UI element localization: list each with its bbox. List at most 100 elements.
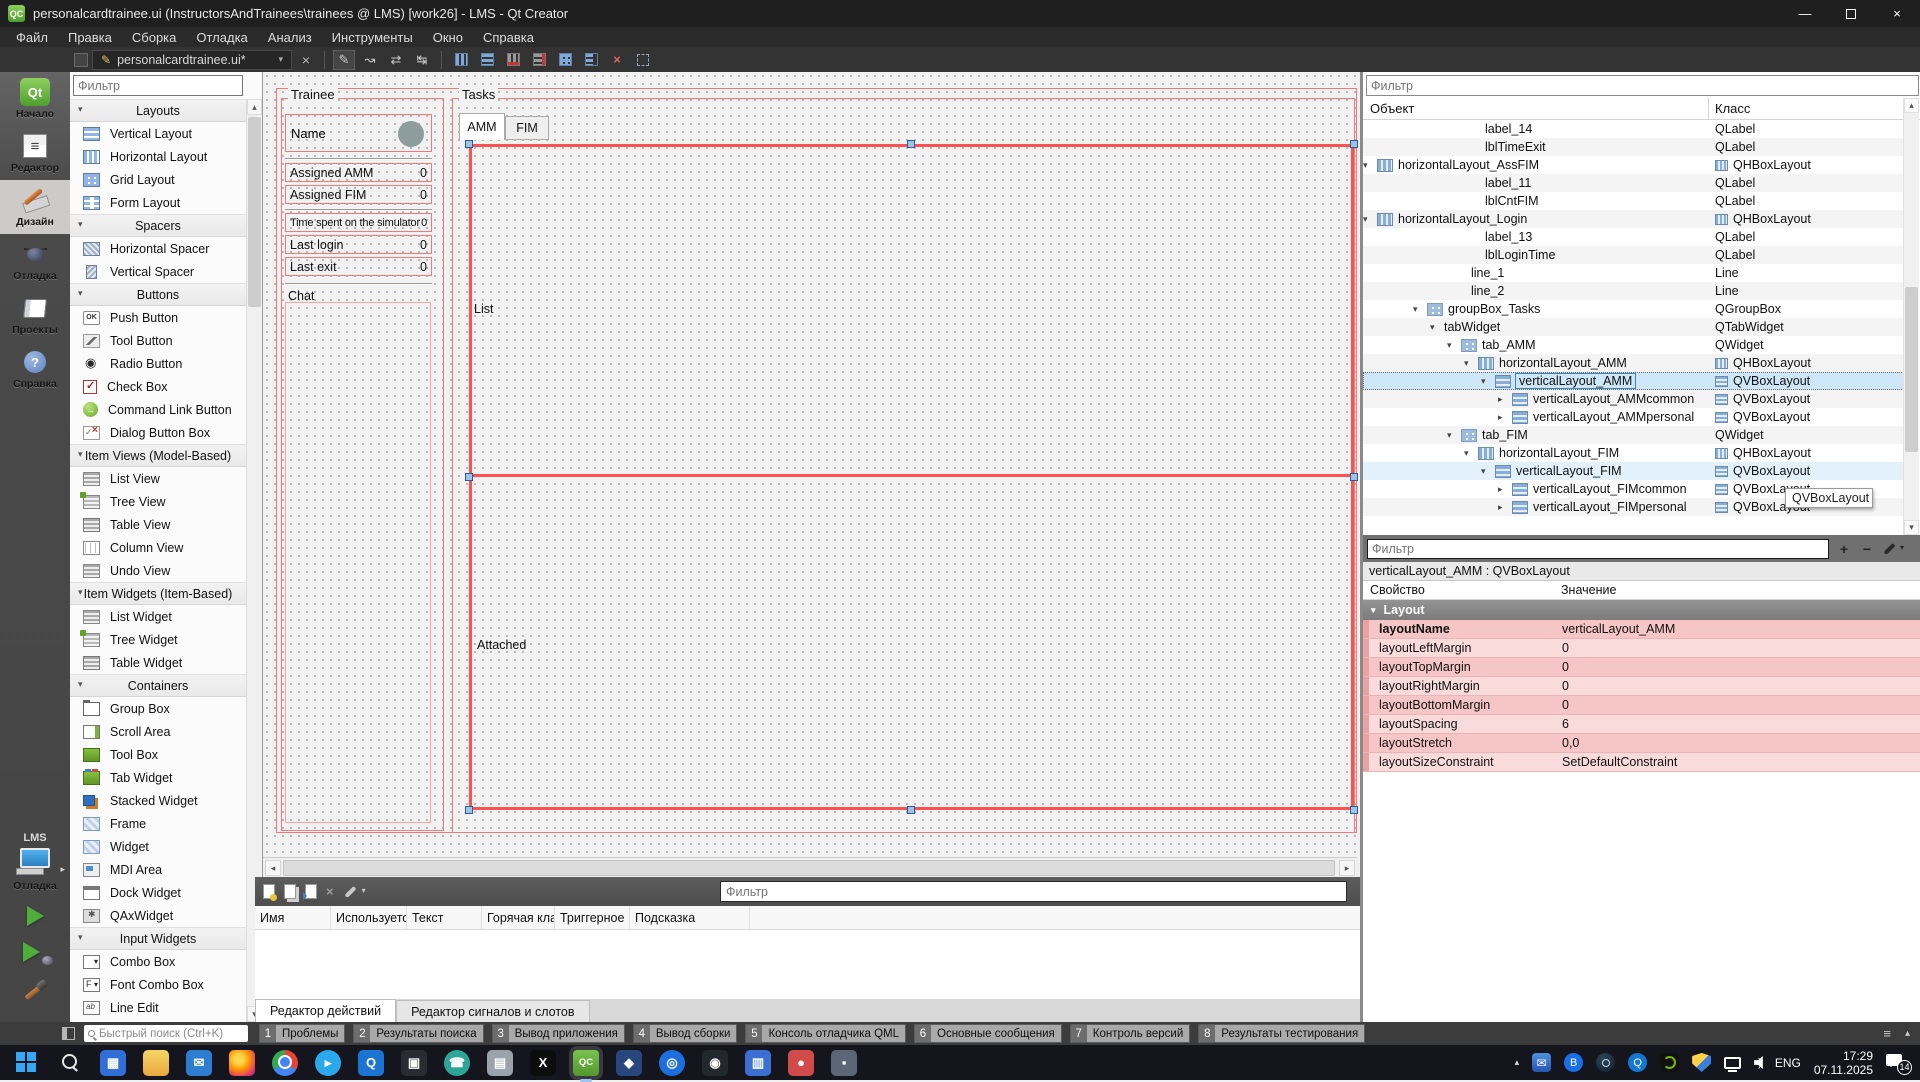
action-table-body[interactable]: [255, 930, 1360, 999]
taskbar-app-icon[interactable]: Q: [358, 1050, 384, 1076]
scroll-down-icon[interactable]: ▾: [1904, 520, 1919, 535]
close-button[interactable]: ×: [1874, 0, 1920, 27]
column-header[interactable]: Горячая клавиш: [482, 906, 555, 929]
widget-list-item[interactable]: Containers: [70, 674, 246, 697]
widget-list-item[interactable]: Tool Button: [70, 329, 246, 352]
column-header[interactable]: Триггерное: [555, 906, 630, 929]
object-tree-row[interactable]: verticalLayout_AMMpersonal QVBoxLayout: [1363, 408, 1906, 426]
object-filter-input[interactable]: [1366, 75, 1919, 96]
expand-panel-icon[interactable]: ▴: [1905, 1028, 1910, 1039]
column-header[interactable]: Используется: [331, 906, 407, 929]
object-tree-row[interactable]: lblCntFIM QLabel: [1363, 192, 1906, 210]
object-tree-row[interactable]: verticalLayout_FIM QVBoxLayout: [1363, 462, 1906, 480]
language-indicator[interactable]: ENG: [1775, 1056, 1801, 1070]
nvidia-icon[interactable]: [1660, 1053, 1679, 1072]
hidden-icons-chevron-icon[interactable]: ▴: [1515, 1057, 1520, 1068]
mode-button[interactable]: Проекты: [0, 288, 70, 342]
tree-chevron-icon[interactable]: [1447, 430, 1461, 441]
adjust-size-icon[interactable]: [632, 50, 654, 70]
column-header[interactable]: Имя: [255, 906, 331, 929]
object-tree-row[interactable]: label_13 QLabel: [1363, 228, 1906, 246]
taskbar-app-icon[interactable]: [14, 1050, 40, 1076]
tree-chevron-icon[interactable]: [1447, 340, 1461, 351]
taskbar-app-icon[interactable]: [229, 1050, 255, 1076]
tree-chevron-icon[interactable]: [1481, 376, 1495, 387]
widget-list-item[interactable]: Radio Button: [70, 352, 246, 375]
stat-row[interactable]: Last login0: [285, 235, 432, 254]
property-row[interactable]: layoutStretch 0,0: [1363, 734, 1920, 753]
output-pane-button[interactable]: 1 Проблемы: [259, 1024, 345, 1043]
output-pane-button[interactable]: 5 Консоль отладчика QML: [745, 1024, 906, 1043]
widget-list-item[interactable]: Horizontal Layout: [70, 145, 246, 168]
document-selector[interactable]: ✎ personalcardtrainee.ui* ▾: [92, 50, 292, 70]
widget-list-item[interactable]: Widget: [70, 835, 246, 858]
taskbar-app-icon[interactable]: ☎: [444, 1050, 470, 1076]
taskbar-app-icon[interactable]: X: [530, 1050, 556, 1076]
column-header[interactable]: Текст: [407, 906, 482, 929]
selection-handle[interactable]: [465, 473, 473, 481]
mode-button[interactable]: Начало: [0, 72, 70, 126]
layout-form-icon[interactable]: [580, 50, 602, 70]
split-vertical-icon[interactable]: [528, 50, 550, 70]
object-tree-row[interactable]: horizontalLayout_Login QHBoxLayout: [1363, 210, 1906, 228]
close-document-button[interactable]: ×: [296, 52, 316, 68]
add-property-icon[interactable]: +: [1836, 541, 1852, 557]
widget-list-item[interactable]: Check Box: [70, 375, 246, 398]
taskbar-app-icon[interactable]: ▪: [831, 1050, 857, 1076]
selection-handle[interactable]: [907, 140, 915, 148]
widget-list-item[interactable]: Dialog Button Box: [70, 421, 246, 444]
widget-list-item[interactable]: Buttons: [70, 283, 246, 306]
object-tree-row[interactable]: label_14 QLabel: [1363, 120, 1906, 138]
property-value[interactable]: 0: [1556, 641, 1569, 655]
output-pane-button[interactable]: 8 Результаты тестирования: [1198, 1024, 1365, 1043]
menu-item[interactable]: Правка: [58, 27, 122, 47]
taskbar-app-icon[interactable]: ▤: [487, 1050, 513, 1076]
configure-actions-icon[interactable]: [343, 884, 359, 900]
stat-row[interactable]: Time spent on the simulator0: [285, 213, 432, 232]
stat-row[interactable]: Assigned AMM0: [285, 163, 432, 182]
scrollbar-thumb[interactable]: [1905, 287, 1918, 452]
widget-list-item[interactable]: Font Combo Box: [70, 973, 246, 996]
widget-list-item[interactable]: Item Widgets (Item-Based): [70, 582, 246, 605]
widget-list-item[interactable]: Group Box: [70, 697, 246, 720]
widget-list-item[interactable]: Layouts: [70, 99, 246, 122]
menu-item[interactable]: Сборка: [122, 27, 187, 47]
taskbar-app-icon[interactable]: ▥: [745, 1050, 771, 1076]
object-tree-row[interactable]: horizontalLayout_AMM QHBoxLayout: [1363, 354, 1906, 372]
widget-list-item[interactable]: Item Views (Model-Based): [70, 444, 246, 467]
paste-action-icon[interactable]: [305, 884, 317, 899]
property-row[interactable]: layoutLeftMargin 0: [1363, 639, 1920, 658]
toggle-sidebar-icon[interactable]: [62, 1027, 75, 1040]
property-row[interactable]: layoutRightMargin 0: [1363, 677, 1920, 696]
tree-chevron-icon[interactable]: [1498, 484, 1512, 495]
property-row[interactable]: layoutName verticalLayout_AMM: [1363, 620, 1920, 639]
minimize-button[interactable]: —: [1782, 0, 1828, 27]
widget-list-item[interactable]: QAxWidget: [70, 904, 246, 927]
taskbar-app-icon[interactable]: ●: [788, 1050, 814, 1076]
tab-signals-slots-editor[interactable]: Редактор сигналов и слотов: [396, 1000, 589, 1022]
tree-chevron-icon[interactable]: [1430, 322, 1444, 333]
widget-list-item[interactable]: Combo Box: [70, 950, 246, 973]
selection-handle[interactable]: [1350, 473, 1358, 481]
output-pane-button[interactable]: 7 Контроль версий: [1070, 1024, 1191, 1043]
selection-handle[interactable]: [465, 806, 473, 814]
run-button[interactable]: [27, 906, 44, 926]
taskbar-app-icon[interactable]: ◆: [616, 1050, 642, 1076]
object-tree-row[interactable]: label_11 QLabel: [1363, 174, 1906, 192]
menu-item[interactable]: Справка: [473, 27, 544, 47]
tree-chevron-icon[interactable]: [1498, 412, 1512, 423]
output-pane-button[interactable]: 2 Результаты поиска: [353, 1024, 483, 1043]
property-row[interactable]: layoutTopMargin 0: [1363, 658, 1920, 677]
property-row[interactable]: layoutSizeConstraint SetDefaultConstrain…: [1363, 753, 1920, 772]
menu-item[interactable]: Отладка: [186, 27, 257, 47]
tree-chevron-icon[interactable]: [1464, 358, 1478, 369]
widget-list-item[interactable]: Dock Widget: [70, 881, 246, 904]
property-value[interactable]: 0: [1556, 679, 1569, 693]
widget-list-item[interactable]: List View: [70, 467, 246, 490]
name-row[interactable]: Name: [285, 114, 432, 152]
scroll-left-icon[interactable]: ◂: [265, 860, 281, 876]
scroll-right-icon[interactable]: ▸: [1339, 860, 1355, 876]
tree-chevron-icon[interactable]: [1481, 466, 1495, 477]
property-value[interactable]: 0: [1556, 698, 1569, 712]
property-value[interactable]: 0: [1556, 660, 1569, 674]
